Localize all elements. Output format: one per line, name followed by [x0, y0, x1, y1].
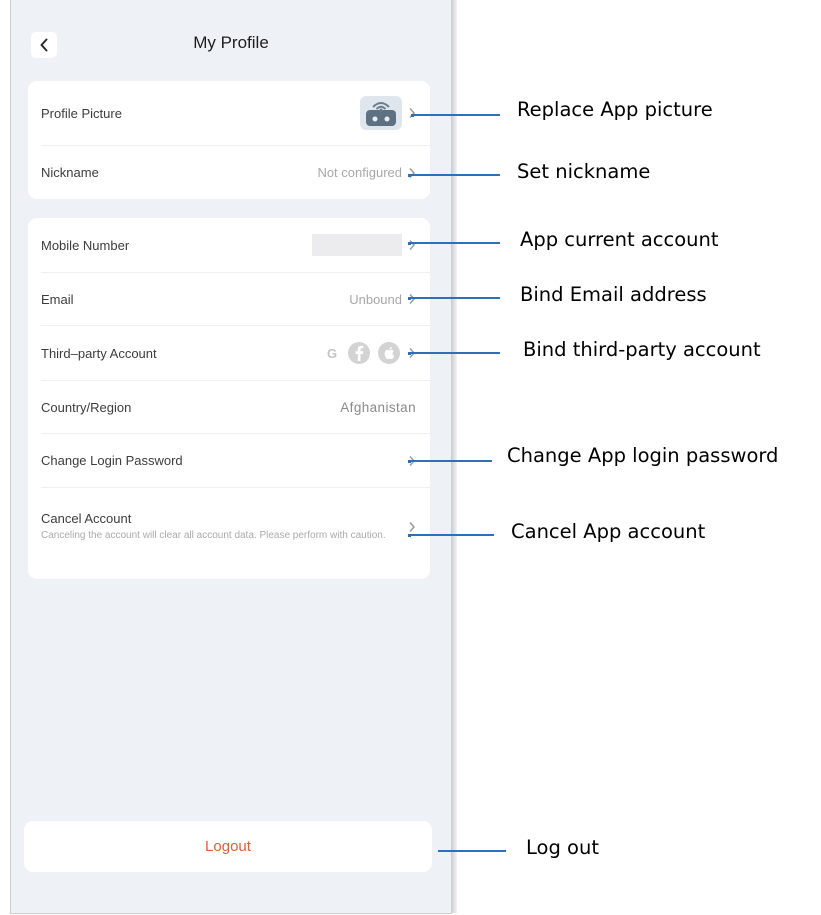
- page-title: My Profile: [193, 33, 269, 52]
- annotation-line: [438, 850, 506, 852]
- robot-avatar-icon[interactable]: [360, 96, 402, 130]
- change-login-password-row[interactable]: Change Login Password: [28, 434, 430, 487]
- phone-screen: My Profile Profile Picture Nickname Not …: [10, 0, 457, 914]
- annotation-line: [410, 460, 492, 462]
- annotation-log-out: Log out: [526, 836, 599, 859]
- cancel-account-label: Cancel Account: [41, 511, 132, 526]
- profile-picture-label: Profile Picture: [41, 105, 122, 121]
- profile-card: Profile Picture Nickname Not configured: [28, 81, 430, 199]
- annotation-app-current-account: App current account: [520, 228, 719, 251]
- annotation-set-nickname: Set nickname: [517, 160, 651, 183]
- email-label: Email: [41, 291, 74, 307]
- chevron-right-icon: [409, 108, 416, 118]
- change-login-password-label: Change Login Password: [41, 453, 183, 468]
- email-value: Unbound: [349, 291, 402, 307]
- cancel-account-description: Canceling the account will clear all acc…: [41, 530, 386, 541]
- annotation-line: [410, 242, 500, 244]
- annotation-replace-app-picture: Replace App picture: [517, 98, 713, 121]
- country-region-value: Afghanistan: [340, 399, 416, 415]
- facebook-icon[interactable]: [348, 342, 370, 364]
- mobile-number-row[interactable]: Mobile Number: [28, 218, 430, 272]
- mobile-number-label: Mobile Number: [41, 237, 130, 253]
- cancel-account-row[interactable]: Cancel Account Canceling the account wil…: [28, 488, 430, 566]
- annotation-line: [410, 174, 500, 176]
- google-icon[interactable]: G: [324, 346, 340, 361]
- country-region-label: Country/Region: [41, 399, 132, 415]
- annotation-change-app-login-password: Change App login password: [507, 444, 779, 467]
- annotation-cancel-app-account: Cancel App account: [511, 520, 706, 543]
- annotation-line: [413, 114, 500, 116]
- nickname-label: Nickname: [41, 165, 99, 180]
- account-card: Mobile Number Email Unbound Third–party …: [28, 218, 430, 579]
- header: My Profile: [11, 0, 451, 88]
- chevron-right-icon: [409, 522, 416, 532]
- annotation-line: [410, 297, 500, 299]
- third-party-account-row[interactable]: Third–party Account G: [28, 326, 430, 380]
- profile-picture-row[interactable]: Profile Picture: [28, 81, 430, 145]
- chevron-right-icon: [409, 240, 416, 250]
- third-party-account-label: Third–party Account: [41, 345, 157, 361]
- nickname-row[interactable]: Nickname Not configured: [28, 146, 430, 199]
- masked-mobile-number: [312, 234, 402, 256]
- logout-button[interactable]: Logout: [24, 821, 432, 872]
- annotation-line: [410, 352, 500, 354]
- annotation-line: [410, 534, 494, 536]
- email-row[interactable]: Email Unbound: [28, 273, 430, 325]
- country-region-row[interactable]: Country/Region Afghanistan: [28, 381, 430, 433]
- annotation-bind-email-address: Bind Email address: [520, 283, 707, 306]
- annotation-bind-third-party-account: Bind third-party account: [523, 338, 761, 361]
- nickname-value: Not configured: [317, 165, 402, 180]
- apple-icon[interactable]: [378, 342, 400, 364]
